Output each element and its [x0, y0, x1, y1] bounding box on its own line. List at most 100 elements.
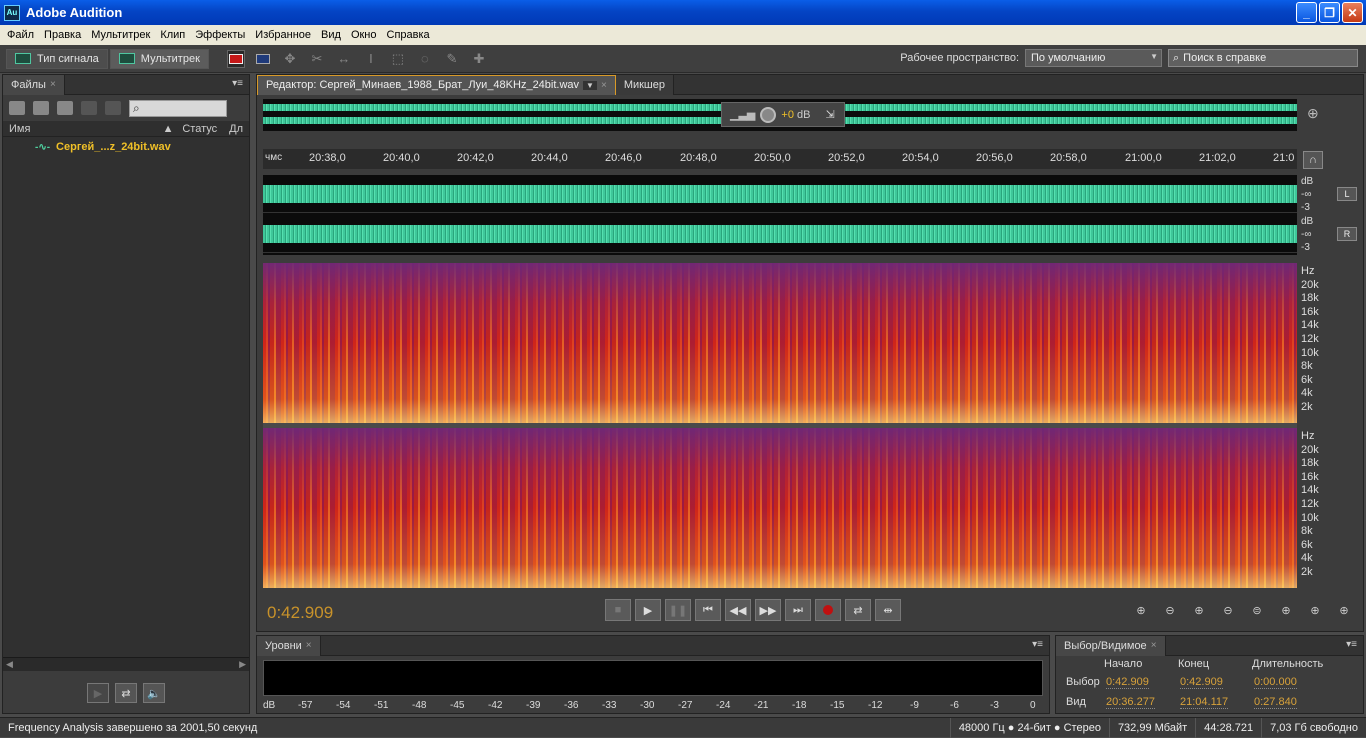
spectral-display-button[interactable] — [226, 49, 245, 68]
channel-left-wave[interactable] — [263, 175, 1297, 213]
chevron-down-icon[interactable]: ▼ — [583, 80, 597, 90]
panel-menu-icon[interactable]: ▾≡ — [1346, 639, 1357, 650]
go-to-start-button[interactable]: ⏮ — [695, 599, 721, 621]
spectral-display[interactable] — [263, 263, 1297, 593]
channel-right-toggle[interactable]: R — [1337, 227, 1357, 241]
close-button[interactable]: ✕ — [1342, 2, 1363, 23]
hz-label: 12k — [1301, 497, 1319, 510]
new-file-icon[interactable] — [57, 101, 73, 115]
menu-effects[interactable]: Эффекты — [190, 29, 250, 41]
move-tool[interactable]: ✥ — [281, 50, 299, 68]
zoom-out-full-icon[interactable]: ⊜ — [1248, 601, 1266, 619]
loop-preview-button[interactable]: ⇄ — [115, 683, 137, 703]
view-start-value[interactable]: 20:36.277 — [1106, 696, 1155, 709]
restore-button[interactable]: ❐ — [1319, 2, 1340, 23]
menu-edit[interactable]: Правка — [39, 29, 86, 41]
marquee-tool[interactable]: ⬚ — [389, 50, 407, 68]
tab-files[interactable]: Файлы × — [3, 74, 65, 95]
pin-icon[interactable]: ⇲ — [825, 108, 834, 121]
current-time-display[interactable]: 0:42.909 — [267, 603, 333, 623]
hz-label: 16k — [1301, 305, 1319, 318]
menu-file[interactable]: Файл — [2, 29, 39, 41]
selection-start-value[interactable]: 0:42.909 — [1106, 676, 1149, 689]
tab-selection-view[interactable]: Выбор/Видимое × — [1056, 635, 1166, 656]
stop-button[interactable]: ■ — [605, 599, 631, 621]
zoom-selection-icon[interactable]: ⊕ — [1335, 601, 1353, 619]
close-icon[interactable]: × — [306, 640, 312, 651]
list-item[interactable]: -∿- Сергей_...z_24bit.wav — [3, 137, 249, 153]
zoom-in-point-in-icon[interactable]: ⊕ — [1277, 601, 1295, 619]
selection-end-value[interactable]: 0:42.909 — [1180, 676, 1223, 689]
lasso-tool[interactable]: ◌ — [416, 50, 434, 68]
horizontal-scrollbar[interactable]: ◀ ▶ — [3, 657, 249, 671]
zoom-in-point-out-icon[interactable]: ⊕ — [1306, 601, 1324, 619]
view-end-value[interactable]: 21:04.117 — [1180, 696, 1229, 709]
tab-mixer[interactable]: Микшер — [615, 74, 674, 95]
tab-levels[interactable]: Уровни × — [257, 635, 321, 656]
record-button[interactable] — [815, 599, 841, 621]
files-search-input[interactable]: ⌕ — [129, 99, 227, 117]
volume-value[interactable]: +0 — [781, 109, 794, 121]
audition-app-icon: Au — [4, 4, 20, 21]
zoom-out-amplitude-icon[interactable]: ⊖ — [1161, 601, 1179, 619]
skip-selection-button[interactable]: ⇹ — [875, 599, 901, 621]
spot-healing-tool[interactable]: ✚ — [470, 50, 488, 68]
workspace-select[interactable]: По умолчанию — [1025, 49, 1162, 67]
zoom-in-time-icon[interactable]: ⊕ — [1190, 601, 1208, 619]
close-icon[interactable]: × — [50, 79, 56, 90]
menu-help[interactable]: Справка — [382, 29, 435, 41]
pause-button[interactable]: ❚❚ — [665, 599, 691, 621]
delete-icon[interactable] — [105, 101, 121, 115]
column-name[interactable]: Имя — [3, 123, 163, 135]
column-status[interactable]: Статус — [176, 123, 223, 135]
go-to-end-button[interactable]: ⏭ — [785, 599, 811, 621]
waveform-view-button[interactable]: Тип сигнала — [6, 48, 108, 69]
ruler-tick: 21:00,0 — [1125, 152, 1162, 164]
minimize-button[interactable]: _ — [1296, 2, 1317, 23]
insert-icon[interactable] — [81, 101, 97, 115]
time-selection-tool[interactable]: I — [362, 50, 380, 68]
menu-clip[interactable]: Клип — [155, 29, 190, 41]
auto-play-button[interactable]: 🔈 — [143, 683, 165, 703]
zoom-in-icon[interactable]: ⊕ — [1307, 105, 1325, 123]
fast-forward-button[interactable]: ▶▶ — [755, 599, 781, 621]
tab-editor[interactable]: Редактор: Сергей_Минаев_1988_Брат_Луи_48… — [257, 74, 616, 95]
waveform-display-button[interactable] — [254, 50, 272, 68]
menu-multitrack[interactable]: Мультитрек — [86, 29, 155, 41]
channel-left-toggle[interactable]: L — [1337, 187, 1357, 201]
db-label: -∞ — [1301, 229, 1312, 240]
close-icon[interactable]: × — [1151, 640, 1157, 651]
menu-view[interactable]: Вид — [316, 29, 346, 41]
play-button[interactable]: ▶ — [635, 599, 661, 621]
channel-right-wave[interactable] — [263, 215, 1297, 253]
rewind-button[interactable]: ◀◀ — [725, 599, 751, 621]
menu-favorites[interactable]: Избранное — [250, 29, 316, 41]
multitrack-view-button[interactable]: Мультитрек — [109, 48, 209, 69]
volume-knob[interactable] — [760, 106, 777, 123]
waveform-channels[interactable] — [263, 175, 1297, 255]
spectrogram-left[interactable] — [263, 263, 1297, 423]
play-preview-button[interactable]: ▶ — [87, 683, 109, 703]
import-file-icon[interactable] — [33, 101, 49, 115]
column-duration[interactable]: Дл — [223, 123, 249, 135]
razor-tool[interactable]: ✂ — [308, 50, 326, 68]
view-duration-value[interactable]: 0:27.840 — [1254, 696, 1297, 709]
spectrogram-right[interactable] — [263, 428, 1297, 588]
selection-duration-value[interactable]: 0:00.000 — [1254, 676, 1297, 689]
zoom-in-amplitude-icon[interactable]: ⊕ — [1132, 601, 1150, 619]
zoom-out-time-icon[interactable]: ⊖ — [1219, 601, 1237, 619]
close-icon[interactable]: × — [601, 80, 607, 91]
brush-tool[interactable]: ✎ — [443, 50, 461, 68]
volume-hud[interactable]: ▁▃▅ +0 dB ⇲ — [721, 102, 845, 127]
open-file-icon[interactable] — [9, 101, 25, 115]
timeline-ruler[interactable]: чмс 20:38,0 20:40,0 20:42,0 20:44,0 20:4… — [263, 149, 1297, 169]
db-scale-right: dB -∞ -3 — [1301, 215, 1313, 254]
slip-tool[interactable]: ↔ — [335, 50, 353, 68]
panel-menu-icon[interactable]: ▾≡ — [1032, 639, 1043, 650]
help-search-input[interactable]: ⌕ Поиск в справке — [1168, 49, 1358, 67]
menu-window[interactable]: Окно — [346, 29, 382, 41]
level-tick: -57 — [298, 700, 313, 711]
panel-menu-icon[interactable]: ▾≡ — [232, 78, 243, 89]
loop-button[interactable]: ⇄ — [845, 599, 871, 621]
snap-icon[interactable]: ∩ — [1303, 151, 1323, 169]
